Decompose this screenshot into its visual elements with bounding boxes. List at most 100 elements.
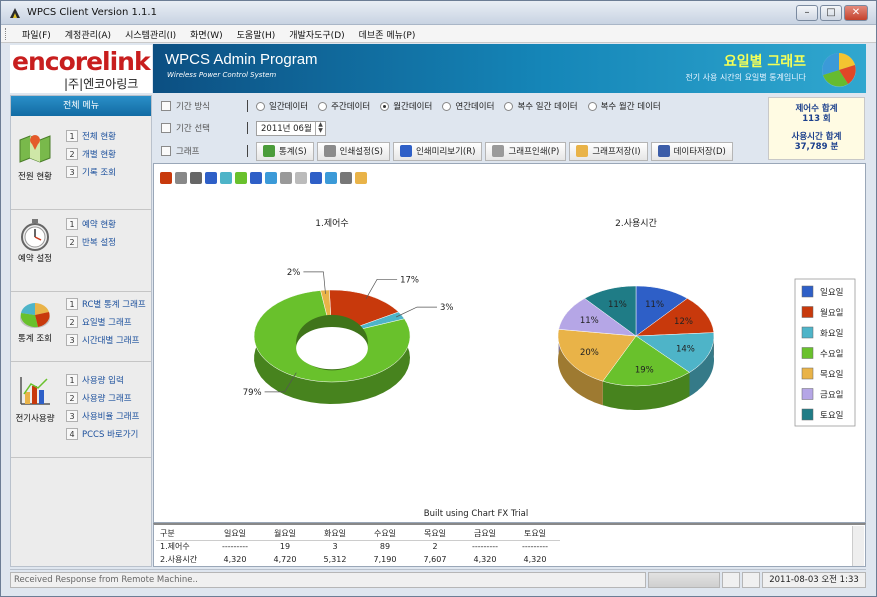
table-cell: 4,720 (273, 555, 297, 564)
pie-data-label: 14% (676, 344, 695, 354)
sidebar-item-usage-graph[interactable]: 2 사용량 그래프 (66, 392, 132, 406)
sidebar-item-weekday-graph[interactable]: 2 요일별 그래프 (66, 316, 132, 330)
menu-devzone[interactable]: 데브존 메뉴(P) (352, 25, 423, 42)
table-header: 월요일 (260, 527, 310, 541)
period-select-label: 기간 선택 (153, 122, 243, 134)
menu-view[interactable]: 화면(W) (183, 25, 229, 42)
menu-account[interactable]: 계정관리(A) (58, 25, 118, 42)
minimize-button[interactable]: – (796, 5, 818, 21)
table-header: 목요일 (410, 527, 460, 541)
sidebar-item-rc-graph[interactable]: 1 RC별 통계 그래프 (66, 298, 146, 312)
print-graph-button[interactable]: 그래프인쇄(P) (485, 141, 567, 161)
spinner-icon[interactable]: ▲ ▼ (315, 121, 325, 135)
count-total-label: 제어수 합계 (795, 104, 838, 114)
sidebar-header[interactable]: 전체 메뉴 (11, 96, 151, 116)
maximize-button[interactable]: □ (820, 5, 842, 21)
title-bar: WPCS Client Version 1.1.1 – □ ✕ (1, 1, 876, 25)
sidebar-item-individual-status[interactable]: 2 개별 현황 (66, 148, 116, 162)
pie-data-label: 11% (645, 300, 664, 310)
print-settings-button[interactable]: 인쇄설정(S) (316, 141, 390, 161)
menu-system[interactable]: 시스템관리(I) (118, 25, 183, 42)
sidebar-group-label: 전원 현황 (18, 172, 52, 182)
page-subtitle: 전기 사용 시간의 요일별 통계입니다 (685, 73, 806, 82)
sidebar-group-label: 통계 조회 (18, 334, 52, 344)
item-number: 3 (66, 334, 78, 346)
radio-monthly[interactable]: 월간데이터 (380, 100, 432, 112)
floppy-icon (657, 145, 670, 157)
count-total-value: 113 회 (802, 114, 831, 124)
chart-legend: 일요일월요일화요일수요일목요일금요일토요일 (794, 278, 856, 427)
sidebar-group-reservation: 예약 설정 1 예약 현황 2 반복 설정 (11, 210, 151, 292)
radio-dot (318, 101, 328, 111)
period-date-picker[interactable]: 2011년 06월 ▲ ▼ (256, 120, 326, 136)
sidebar-item-label: 기록 조회 (82, 168, 116, 178)
radio-multi-monthly[interactable]: 복수 월간 데이터 (587, 100, 661, 112)
pie-chart-icon (822, 53, 856, 87)
item-number: 1 (66, 298, 78, 310)
radio-weekly[interactable]: 주간데이터 (318, 100, 370, 112)
radio-multi-daily[interactable]: 복수 일간 데이터 (504, 100, 578, 112)
save-data-button[interactable]: 데이타저장(D) (650, 141, 733, 161)
donut-hole (296, 326, 368, 370)
menu-devtools[interactable]: 개발자도구(D) (282, 25, 351, 42)
sidebar-item-ratio-graph[interactable]: 3 사용비율 그래프 (66, 410, 139, 424)
sidebar-item-reservation-status[interactable]: 1 예약 현황 (66, 218, 116, 232)
sidebar-item-history[interactable]: 3 기록 조회 (66, 166, 116, 180)
table-header: 구분 (156, 527, 210, 541)
table-row[interactable]: 2.사용시간 4,320 4,720 5,312 7,190 7,607 4,3… (156, 553, 560, 566)
stopwatch-icon (21, 219, 49, 251)
summary-box: 제어수 합계 113 회 사용시간 합계 37,789 분 (768, 97, 865, 160)
menu-help[interactable]: 도움말(H) (230, 25, 283, 42)
menu-file[interactable]: 파일(F) (15, 25, 58, 42)
table-row[interactable]: 1.제어수 --------- 19 3 89 2 --------- ----… (156, 540, 560, 553)
menu-bar: 파일(F) 계정관리(A) 시스템관리(I) 화면(W) 도움말(H) 개발자도… (1, 25, 876, 43)
radio-dot (442, 101, 452, 111)
table-cell: --------- (222, 542, 248, 552)
monitor-icon (399, 145, 412, 157)
sidebar-item-repeat-settings[interactable]: 2 반복 설정 (66, 236, 116, 250)
legend-label: 월요일 (820, 308, 843, 319)
legend-label: 금요일 (820, 391, 843, 401)
table-cell: 2.사용시간 (160, 555, 198, 564)
pie-data-label: 12% (674, 317, 693, 327)
table-scrollbar[interactable] (852, 526, 864, 566)
pie-data-label: 19% (635, 366, 654, 376)
image-icon (576, 145, 589, 157)
statistics-button[interactable]: 통계(S) (256, 141, 314, 161)
item-number: 2 (66, 392, 78, 404)
sidebar-group-label: 전기사용량 (15, 414, 55, 424)
sidebar-item-label: 반복 설정 (82, 238, 116, 248)
item-number: 1 (66, 130, 78, 142)
radio-dot (504, 101, 514, 111)
item-number: 2 (66, 148, 78, 160)
radio-yearly[interactable]: 연간데이터 (442, 100, 494, 112)
radio-daily[interactable]: 일간데이터 (256, 100, 308, 112)
table-cell: 7,190 (373, 555, 397, 564)
legend-swatch (801, 326, 814, 339)
sidebar-item-usage-input[interactable]: 1 사용량 입력 (66, 374, 124, 388)
sidebar-item-hourly-graph[interactable]: 3 시간대별 그래프 (66, 334, 139, 348)
pie-chart-icon (20, 303, 50, 328)
main-content: 기간 방식 일간데이터 주간데이터 월간데이터 연간데이터 복수 일간 데이터 … (153, 95, 866, 567)
close-button[interactable]: ✕ (844, 5, 868, 21)
item-number: 3 (66, 410, 78, 422)
save-graph-button[interactable]: 그래프저장(I) (569, 141, 648, 161)
sidebar: 전체 메뉴 전원 현황 1 전체 현황 2 개별 현황 3 기록 조회 예약 설정 1… (10, 95, 152, 567)
pie-data-label: 11% (580, 316, 599, 326)
table-cell: --------- (522, 542, 548, 552)
print-preview-button[interactable]: 인쇄미리보기(R) (392, 141, 483, 161)
legend-swatch (801, 408, 814, 421)
sidebar-item-pccs-shortcut[interactable]: 4 PCCS 바로가기 (66, 428, 138, 442)
logo-brand: encorelink (12, 47, 151, 76)
pie-chart-usage-time: 11% 12% 14% 19% 20% 11% 11% (557, 285, 715, 410)
radio-dot (587, 101, 597, 111)
pie-data-label: 79% (243, 388, 262, 398)
table-cell: 89 (379, 542, 391, 552)
table-cell: 1.제어수 (160, 542, 190, 552)
sidebar-item-overall-status[interactable]: 1 전체 현황 (66, 130, 116, 144)
sidebar-item-label: 사용비율 그래프 (82, 412, 140, 422)
legend-label: 화요일 (820, 329, 843, 339)
pie-data-label: 2% (287, 268, 301, 278)
sidebar-item-label: 예약 현황 (82, 220, 116, 230)
company-logo: encorelink |주|엔코아링크 (10, 45, 152, 93)
